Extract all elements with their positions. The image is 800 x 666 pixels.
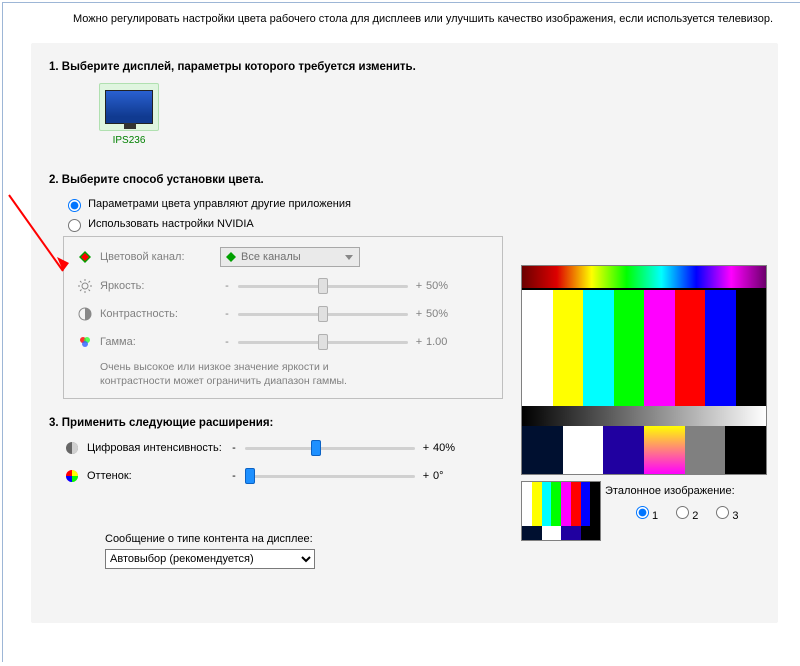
plus-label: + (419, 470, 433, 482)
contrast-label: Контрастность: (100, 308, 220, 320)
radio-other-apps-input[interactable] (68, 199, 81, 212)
channel-label: Цветовой канал: (100, 251, 220, 263)
reference-radio-3[interactable]: 3 (711, 510, 738, 522)
reference-image (521, 481, 601, 541)
plus-label: + (412, 336, 426, 348)
vibrance-slider[interactable] (245, 439, 415, 457)
gamma-value: 1.00 (426, 336, 472, 348)
step1-heading: 1. Выберите дисплей, параметры которого … (49, 61, 760, 73)
radio-nvidia-input[interactable] (68, 219, 81, 232)
radio-nvidia[interactable]: Использовать настройки NVIDIA (63, 218, 254, 230)
gamma-icon (76, 335, 94, 349)
contrast-slider (238, 305, 408, 323)
minus-label: - (220, 308, 234, 320)
brightness-label: Яркость: (100, 280, 220, 292)
plus-label: + (412, 308, 426, 320)
brightness-value: 50% (426, 280, 472, 292)
minus-label: - (220, 280, 234, 292)
color-settings-box: Цветовой канал: Все каналы Яркость: - + … (63, 236, 503, 399)
channel-select-icon (225, 251, 237, 263)
channel-select[interactable]: Все каналы (220, 247, 360, 267)
radio-other-apps[interactable]: Параметрами цвета управляют другие прило… (63, 198, 351, 210)
reference-label: Эталонное изображение: (605, 485, 767, 497)
minus-label: - (220, 336, 234, 348)
page-description: Можно регулировать настройки цвета рабоч… (3, 3, 800, 31)
radio-other-apps-label: Параметрами цвета управляют другие прило… (88, 198, 351, 210)
content-type-select[interactable]: Автовыбор (рекомендуется) (105, 549, 315, 569)
hue-icon (63, 469, 81, 483)
minus-label: - (227, 470, 241, 482)
display-item[interactable]: IPS236 (99, 83, 159, 146)
reference-radio-1[interactable]: 1 (631, 510, 658, 522)
vibrance-icon (63, 441, 81, 455)
plus-label: + (419, 442, 433, 454)
brightness-slider (238, 277, 408, 295)
hue-slider[interactable] (245, 467, 415, 485)
gamma-slider (238, 333, 408, 351)
vibrance-label: Цифровая интенсивность: (87, 442, 227, 454)
vibrance-value: 40% (433, 442, 479, 454)
channel-select-value: Все каналы (241, 251, 301, 263)
gamma-label: Гамма: (100, 336, 220, 348)
contrast-value: 50% (426, 308, 472, 320)
hue-value: 0° (433, 470, 479, 482)
plus-label: + (412, 280, 426, 292)
radio-nvidia-label: Использовать настройки NVIDIA (88, 218, 254, 230)
brightness-icon (76, 279, 94, 293)
monitor-icon (99, 83, 159, 131)
minus-label: - (227, 442, 241, 454)
hue-label: Оттенок: (87, 470, 227, 482)
step2-heading: 2. Выберите способ установки цвета. (49, 174, 760, 186)
display-name: IPS236 (99, 135, 159, 146)
preview-image (521, 265, 767, 475)
reference-radio-2[interactable]: 2 (671, 510, 698, 522)
contrast-icon (76, 307, 94, 321)
channel-icon (76, 250, 94, 264)
settings-panel: 1. Выберите дисплей, параметры которого … (31, 43, 778, 623)
gamma-note: Очень высокое или низкое значение яркост… (100, 361, 490, 388)
